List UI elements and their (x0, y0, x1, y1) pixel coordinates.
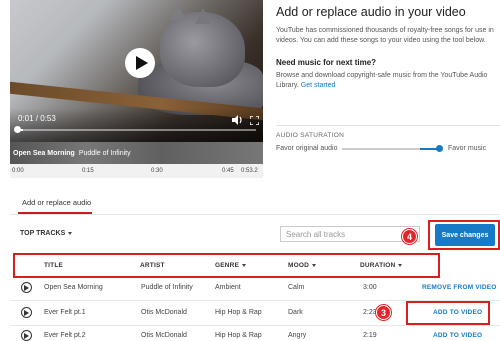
remove-from-video-button[interactable]: REMOVE FROM VIDEO (422, 284, 497, 291)
table-row: Ever Felt pt.2 Otis McDonald Hip Hop & R… (10, 324, 500, 341)
cell-duration: 3:00 (363, 284, 377, 291)
track-title: Open Sea Morning (13, 150, 75, 157)
timeline-tick: 0:15 (82, 168, 94, 174)
saturation-label: AUDIO SATURATION (276, 132, 345, 139)
column-header-title[interactable]: TITLE (44, 262, 63, 269)
cell-title: Ever Felt pt.1 (44, 309, 86, 316)
caret-down-icon (68, 231, 73, 235)
cell-title: Open Sea Morning (44, 284, 103, 291)
table-row: Open Sea Morning Puddle of Infinity Ambi… (10, 276, 500, 300)
cell-mood: Angry (288, 332, 307, 339)
cell-genre: Hip Hop & Rap (215, 309, 262, 316)
add-to-video-button[interactable]: ADD TO VIDEO (433, 332, 482, 339)
subheading: Need music for next time? (276, 58, 377, 67)
row-play-button[interactable] (21, 330, 32, 341)
caret-down-icon (242, 263, 247, 267)
audio-track-label: Open Sea Morning Puddle of Infinity (13, 150, 131, 157)
table-row: Ever Felt pt.1 Otis McDonald Hip Hop & R… (10, 301, 500, 325)
cell-artist: Otis McDonald (141, 332, 187, 339)
fullscreen-icon[interactable] (249, 112, 260, 130)
progress-knob[interactable] (14, 126, 21, 133)
column-header-mood[interactable]: MOOD (288, 262, 317, 269)
caret-down-icon (312, 263, 317, 267)
row-play-button[interactable] (21, 282, 32, 293)
tab-add-or-replace-audio[interactable]: Add or replace audio (22, 198, 91, 207)
saturation-left-label: Favor original audio (276, 145, 338, 152)
volume-icon[interactable] (232, 112, 243, 130)
divider (276, 125, 500, 126)
cat-ear-graphic (195, 8, 211, 24)
callout-badge: 3 (376, 305, 391, 320)
timeline-tick: 0:30 (151, 168, 163, 174)
row-play-button[interactable] (21, 307, 32, 318)
cell-mood: Dark (288, 309, 303, 316)
cell-artist: Puddle of Infinity (141, 284, 193, 291)
tabs-divider (10, 214, 500, 215)
search-input[interactable] (280, 226, 420, 242)
cell-artist: Otis McDonald (141, 309, 187, 316)
audio-library-note: Browse and download copyright-safe music… (276, 71, 496, 90)
add-to-video-button[interactable]: ADD TO VIDEO (433, 309, 482, 316)
progress-scrubber[interactable] (18, 129, 256, 131)
cell-duration: 2:23 (363, 309, 377, 316)
play-icon (24, 332, 29, 339)
saturation-right-label: Favor music (448, 145, 487, 152)
cell-title: Ever Felt pt.2 (44, 332, 86, 339)
description: YouTube has commissioned thousands of ro… (276, 27, 494, 44)
cell-mood: Calm (288, 284, 305, 291)
callout-badge: 4 (402, 229, 417, 244)
cell-genre: Hip Hop & Rap (215, 332, 262, 339)
play-button[interactable] (125, 48, 155, 78)
caret-down-icon (398, 263, 403, 267)
timeline-tick: 0:45 (222, 168, 234, 174)
cell-duration: 2:19 (363, 332, 377, 339)
timeline-tick: 0:53.2 (241, 168, 258, 174)
column-header-genre[interactable]: GENRE (215, 262, 247, 269)
save-changes-button[interactable]: Save changes (435, 224, 495, 246)
saturation-slider-handle[interactable] (436, 145, 443, 152)
play-icon (135, 56, 148, 70)
track-artist: Puddle of Infinity (78, 150, 131, 157)
cell-genre: Ambient (215, 284, 241, 291)
cat-ear-graphic (170, 4, 186, 20)
mood-header-label: MOOD (288, 262, 310, 269)
play-icon (24, 284, 29, 291)
get-started-link[interactable]: Get started (301, 82, 336, 89)
video-player: 0:01 / 0:53 Open Sea Morning Puddle of In… (10, 0, 263, 178)
play-icon (24, 309, 29, 316)
page-title: Add or replace audio in your video (276, 5, 466, 19)
top-tracks-dropdown[interactable]: TOP TRACKS (20, 230, 73, 237)
duration-header-label: DURATION (360, 262, 396, 269)
time-display: 0:01 / 0:53 (18, 114, 56, 123)
column-header-artist[interactable]: ARTIST (140, 262, 165, 269)
column-header-duration[interactable]: DURATION (360, 262, 403, 269)
genre-header-label: GENRE (215, 262, 240, 269)
top-tracks-label: TOP TRACKS (20, 230, 66, 237)
timeline-tick: 0:00 (12, 168, 24, 174)
